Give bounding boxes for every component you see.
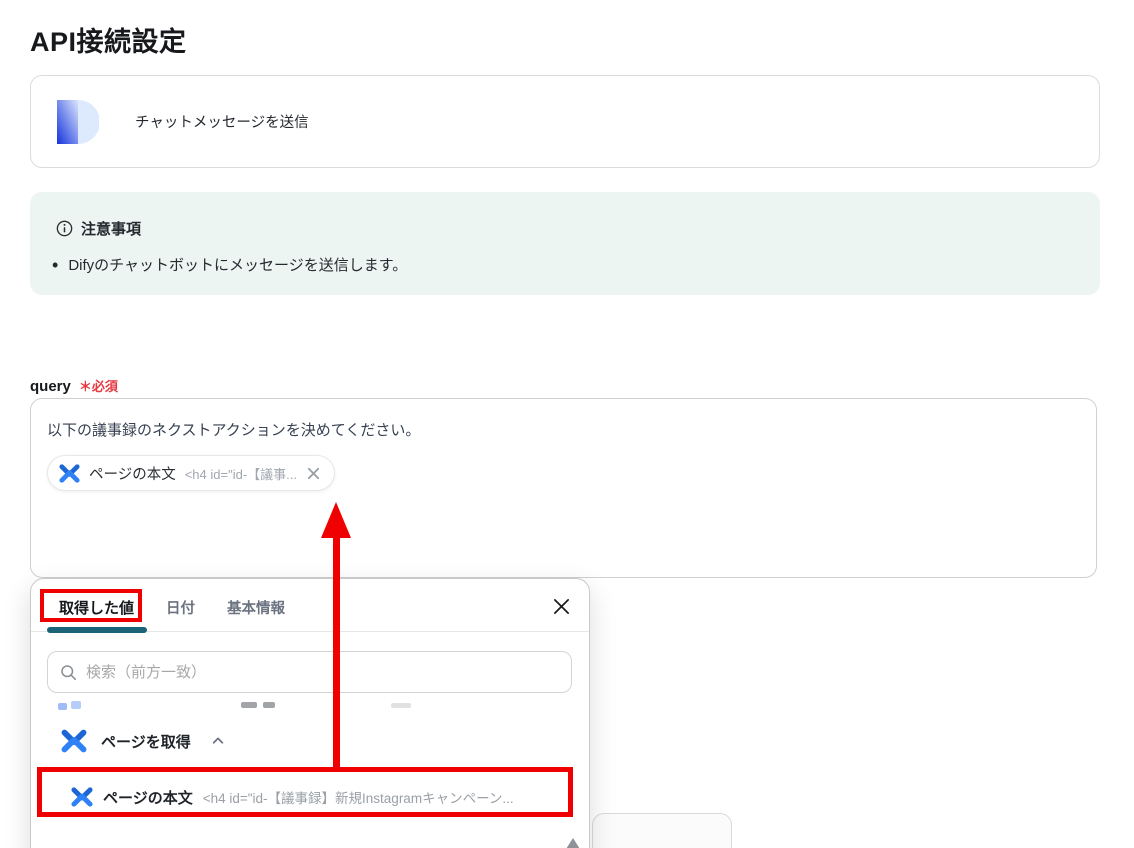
search-icon	[60, 664, 77, 681]
action-card[interactable]: チャットメッセージを送信	[30, 75, 1100, 168]
list-item-label: ページの本文	[103, 787, 193, 808]
list-group-get-page[interactable]: ページを取得	[61, 719, 225, 763]
required-badge: ＊必須	[79, 376, 118, 395]
group-label: ページを取得	[101, 731, 191, 752]
confluence-icon	[61, 728, 87, 754]
clipped-list-row	[31, 699, 589, 713]
notice-item: • Difyのチャットボットにメッセージを送信します。	[52, 254, 1074, 275]
query-value-editor[interactable]: 以下の議事録のネクストアクションを決めてください。 ページの本文 <h4 id=…	[30, 398, 1097, 578]
popup-tabs: 取得した値 日付 基本情報	[59, 593, 285, 622]
field-name: query	[30, 378, 71, 395]
tab-basic-info[interactable]: 基本情報	[227, 593, 285, 622]
info-icon	[56, 220, 73, 237]
search-box[interactable]	[47, 651, 572, 693]
bullet-glyph: •	[52, 256, 58, 274]
active-tab-underline	[47, 627, 147, 633]
tab-retrieved-values[interactable]: 取得した値	[59, 593, 134, 622]
confluence-icon	[71, 786, 93, 808]
chevron-up-icon[interactable]	[211, 734, 225, 748]
chip-close-icon[interactable]	[306, 466, 321, 481]
query-value-text[interactable]: 以下の議事録のネクストアクションを決めてください。	[47, 419, 1080, 440]
chip-snippet: <h4 id="id-【議事...	[185, 464, 297, 483]
notice-item-text: Difyのチャットボットにメッセージを送信します。	[68, 254, 407, 275]
variable-list: ページを取得 ページの本文 <h4 id="id-【議事録】新規Instagra…	[31, 699, 589, 848]
variable-chip-page-body[interactable]: ページの本文 <h4 id="id-【議事...	[47, 455, 335, 491]
search-input[interactable]	[86, 664, 559, 681]
variable-picker-popup: 取得した値 日付 基本情報	[30, 578, 590, 848]
popup-close-icon[interactable]	[550, 595, 572, 617]
page-title: API接続設定	[30, 20, 187, 59]
notice-title: 注意事項	[81, 218, 141, 239]
confluence-icon	[59, 463, 80, 484]
tab-date[interactable]: 日付	[166, 593, 195, 622]
scrollbar-up-arrow-icon[interactable]	[566, 838, 580, 848]
partial-preview-panel	[592, 813, 732, 848]
dify-logo-icon	[57, 100, 99, 144]
chip-label: ページの本文	[89, 463, 176, 484]
list-item-snippet: <h4 id="id-【議事録】新規Instagramキャンペーン...	[203, 787, 514, 807]
field-label-row: query ＊必須	[30, 376, 118, 395]
action-card-label: チャットメッセージを送信	[135, 111, 309, 132]
api-connection-settings-page: API接続設定 チャットメッセージを送信 注意事項 • Difyのチャットボ	[0, 0, 1134, 848]
list-item-page-body[interactable]: ページの本文 <h4 id="id-【議事録】新規Instagramキャンペーン…	[71, 775, 514, 819]
notice-box: 注意事項 • Difyのチャットボットにメッセージを送信します。	[30, 192, 1100, 295]
